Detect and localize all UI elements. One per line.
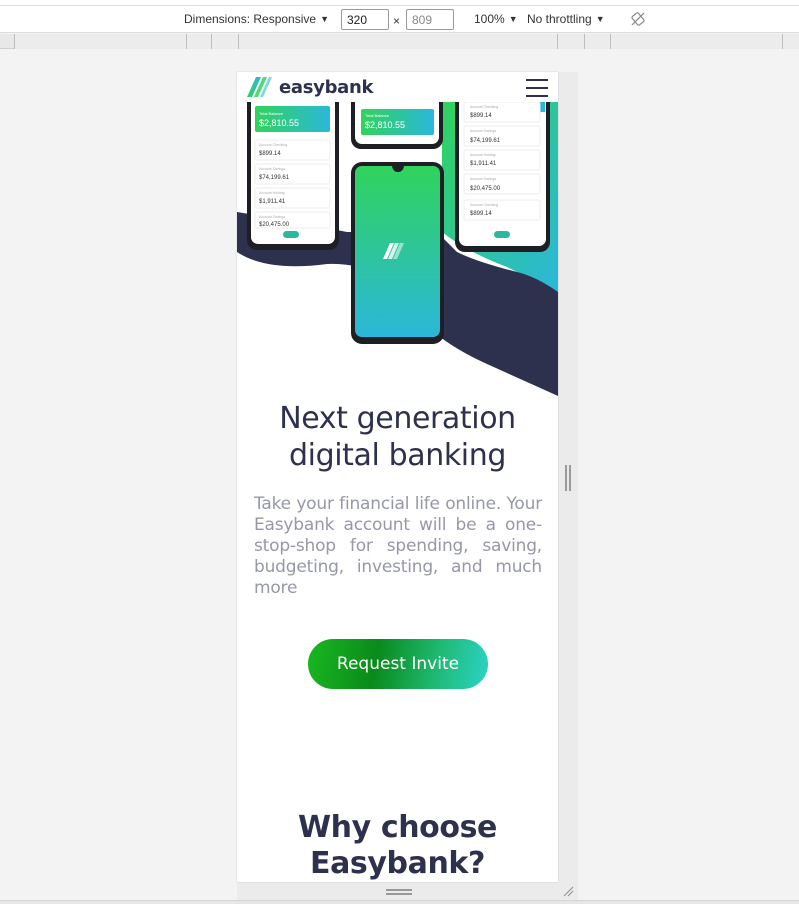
caret-down-icon: ▼ bbox=[320, 14, 329, 24]
phone-center bbox=[351, 162, 444, 344]
resize-handle-bottom[interactable] bbox=[386, 889, 412, 895]
throttling-label: No throttling bbox=[527, 12, 592, 26]
device-toolbar: Dimensions: Responsive ▼ 320 × 809 100% … bbox=[0, 6, 799, 33]
zoom-label: 100% bbox=[474, 12, 505, 26]
hamburger-menu-icon[interactable] bbox=[526, 79, 548, 97]
phone-left-row-amount: $20,475.00 bbox=[259, 222, 290, 228]
phone-left-row-label: Account Savings bbox=[259, 167, 285, 171]
resize-handle-right[interactable] bbox=[565, 465, 571, 491]
caret-down-icon: ▼ bbox=[508, 14, 518, 24]
logo-text: easybank bbox=[279, 76, 374, 98]
phone-left-row-label: Account Savings bbox=[259, 215, 285, 219]
phone-left-row-amount: $899.14 bbox=[259, 151, 281, 157]
phone-right-row-amount: $1,911.41 bbox=[470, 161, 497, 167]
hero-illustration: Total Balance $2,810.55 Account Checking… bbox=[237, 102, 558, 396]
throttling-dropdown[interactable]: No throttling ▼ bbox=[527, 12, 605, 26]
phone-right-row-label: Account Checking bbox=[470, 203, 498, 207]
rotate-disabled-icon[interactable] bbox=[631, 12, 645, 26]
height-input[interactable]: 809 bbox=[406, 9, 454, 30]
hero-lead-text: Take your financial life online. Your Ea… bbox=[254, 494, 542, 598]
devtools-bottom-border bbox=[0, 900, 799, 904]
site-header: easybank bbox=[237, 72, 558, 102]
phone-left: Total Balance $2,810.55 Account Checking… bbox=[247, 102, 339, 250]
phone-left-row-amount: $74,199.61 bbox=[259, 175, 290, 181]
phone-top-center: Total Balance $2,810.55 bbox=[351, 102, 443, 149]
hero-headline: Next generation digital banking bbox=[279, 401, 516, 473]
phone-top-balance-label: Total Balance bbox=[365, 113, 390, 118]
phone-left-balance-label: Total Balance bbox=[259, 111, 284, 116]
phone-left-balance: $2,810.55 bbox=[259, 118, 299, 128]
phone-right-row-label: Account Holding bbox=[470, 153, 496, 157]
phone-left-row-label: Account Checking bbox=[259, 143, 287, 147]
times-symbol: × bbox=[393, 14, 401, 28]
resize-corner-icon[interactable] bbox=[562, 885, 574, 897]
phone-right-row-label: Account Checking bbox=[470, 105, 498, 109]
phone-right-row-amount: $899.14 bbox=[470, 113, 492, 119]
section-title: Why choose Easybank? bbox=[297, 810, 497, 881]
phone-right-row-amount: $899.14 bbox=[470, 211, 492, 217]
phone-right-row-label: Account Savings bbox=[470, 129, 496, 133]
phone-left-row-amount: $1,911.41 bbox=[259, 199, 286, 205]
logo[interactable]: easybank bbox=[247, 76, 374, 98]
dimensions-dropdown[interactable]: Dimensions: Responsive ▼ bbox=[184, 12, 329, 26]
phone-right-row-amount: $20,475.00 bbox=[470, 186, 501, 192]
media-query-ruler[interactable] bbox=[0, 34, 799, 49]
phone-right-row-label: Account Savings bbox=[470, 177, 496, 181]
zoom-dropdown[interactable]: 100% ▼ bbox=[474, 12, 518, 26]
dimensions-label: Dimensions: Responsive bbox=[184, 12, 317, 26]
phone-top-balance: $2,810.55 bbox=[365, 120, 405, 130]
logo-stripes-icon bbox=[247, 77, 272, 97]
caret-down-icon: ▼ bbox=[595, 14, 605, 24]
phone-right-row-amount: $74,199.61 bbox=[470, 138, 501, 144]
phone-right: Account Checking $899.14 Account Savings… bbox=[455, 102, 550, 252]
width-input[interactable]: 320 bbox=[341, 9, 389, 30]
request-invite-button[interactable]: Request Invite bbox=[308, 639, 488, 689]
phone-left-row-label: Account Holding bbox=[259, 191, 285, 195]
page-viewport: easybank Total Balance $2,810.55 Account… bbox=[237, 72, 558, 882]
